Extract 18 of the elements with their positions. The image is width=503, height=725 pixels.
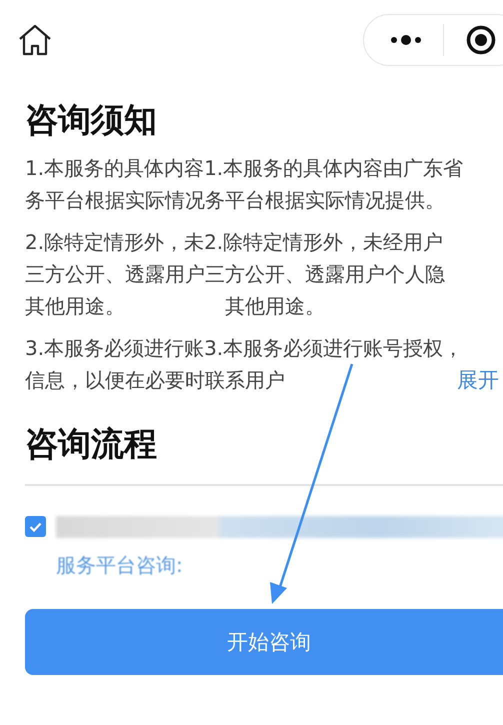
- check-icon: [29, 522, 42, 532]
- expand-link[interactable]: 展开: [457, 364, 499, 396]
- start-button[interactable]: 开始咨询: [25, 609, 503, 675]
- more-icon[interactable]: [389, 34, 423, 46]
- home-icon[interactable]: [18, 24, 52, 56]
- notice-text: 信息，以便在必要时联系用户: [25, 367, 285, 394]
- checkbox[interactable]: [25, 516, 46, 537]
- section-title: 咨询须知: [25, 99, 158, 141]
- section-title: 咨询流程: [25, 423, 158, 465]
- notice-text: 其他用途。: [25, 293, 126, 320]
- notice-text: 2.除特定情形外，未2.除特定情形外，未经用户: [25, 229, 444, 256]
- notice-text: 三方公开、透露用户三方公开、透露用户个人隐: [25, 261, 445, 288]
- agreement-link[interactable]: 服务平台咨询:: [56, 552, 503, 579]
- notice-text: 其他用途。: [225, 293, 326, 320]
- notice-text: 1.本服务的具体内容1.本服务的具体内容由广东省: [25, 155, 464, 182]
- notice-text: 3.本服务必须进行账3.本服务必须进行账号授权，: [25, 335, 464, 362]
- notice-text: 务平台根据实际情况务平台根据实际情况提供。: [25, 187, 445, 214]
- target-icon[interactable]: [466, 25, 496, 55]
